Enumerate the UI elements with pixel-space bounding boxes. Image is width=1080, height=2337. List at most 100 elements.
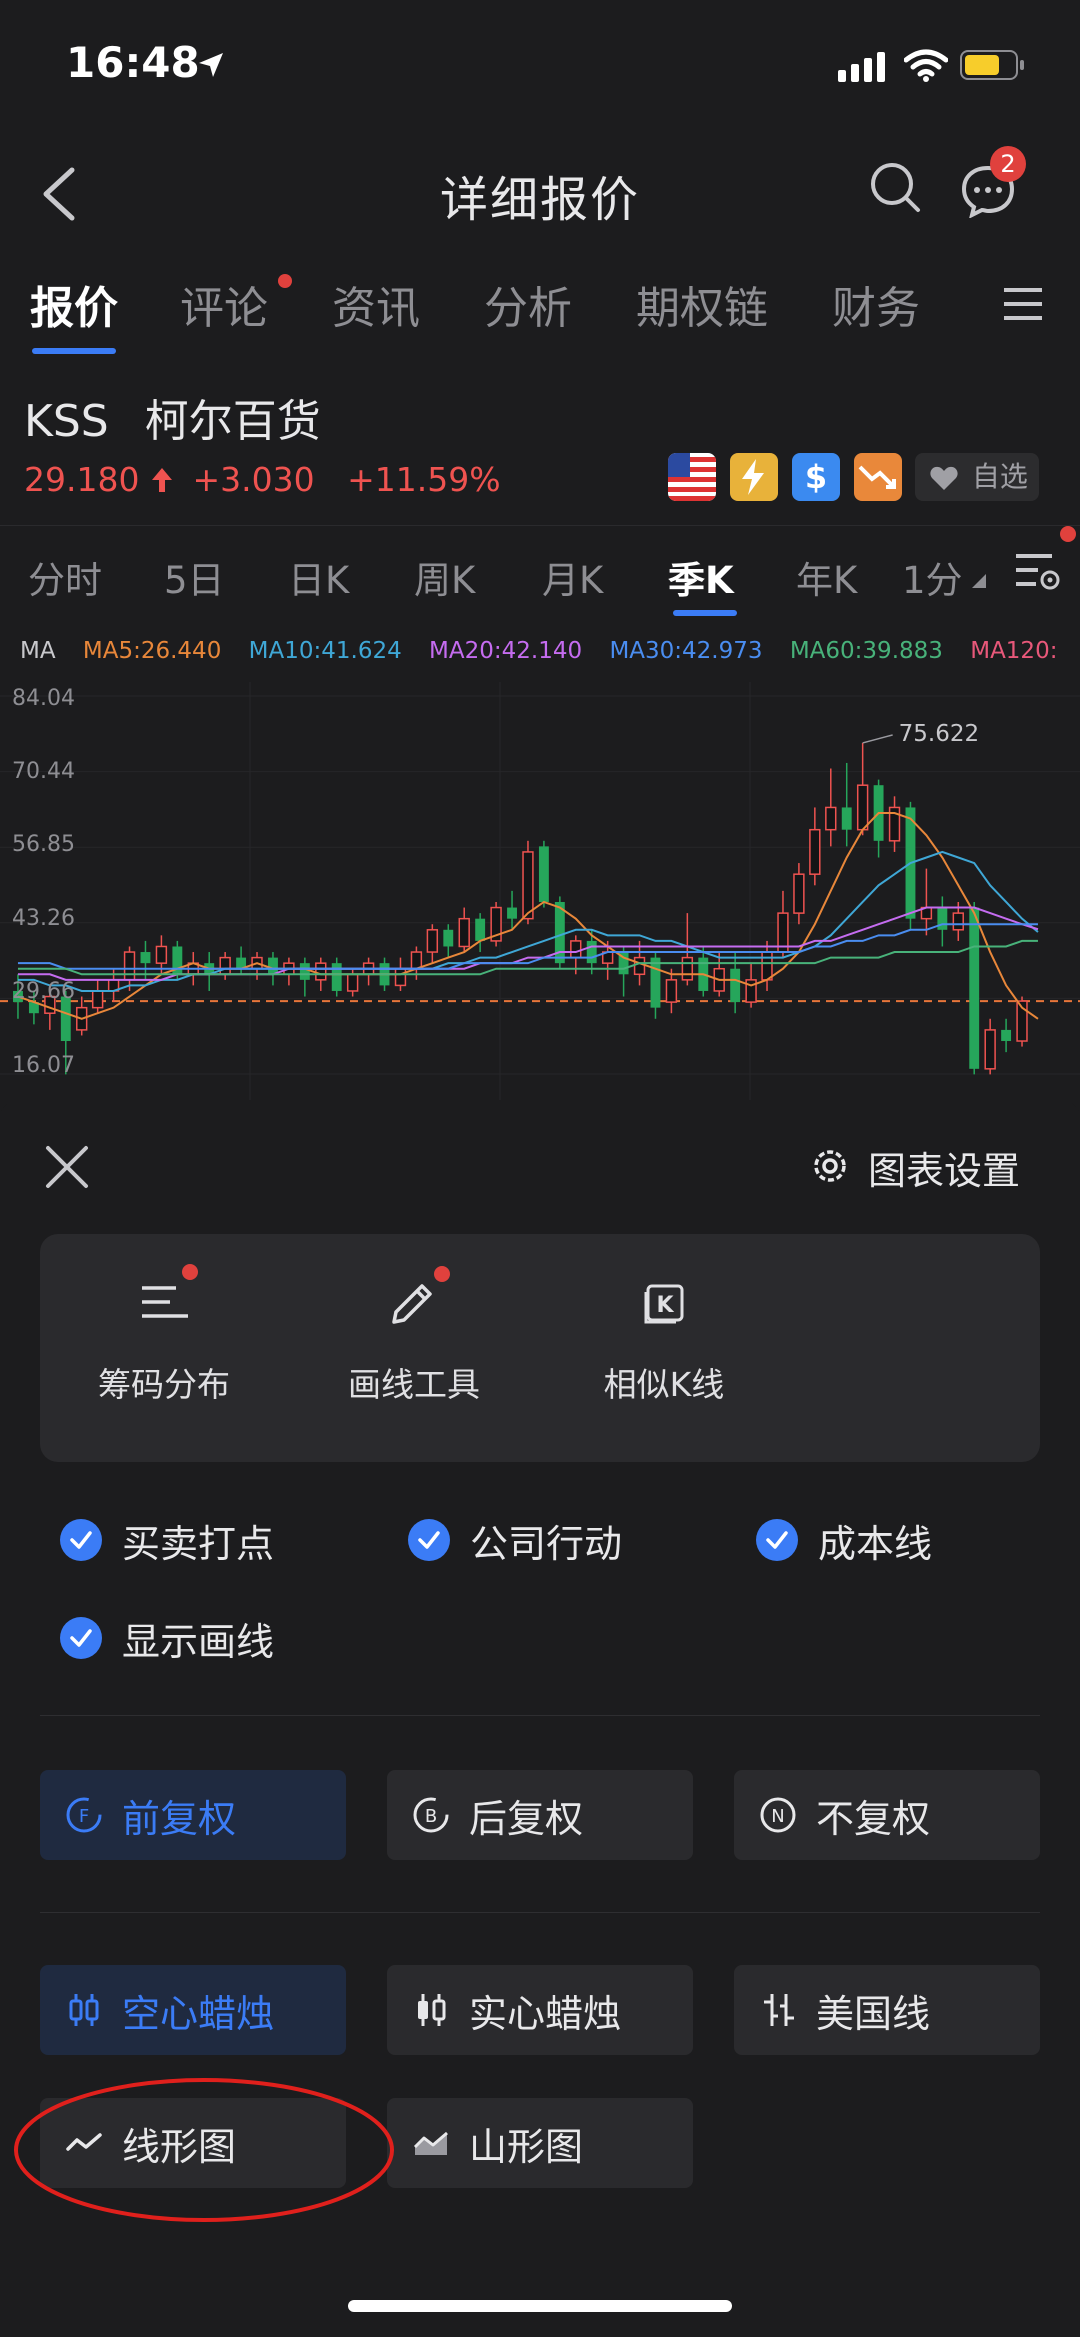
level2-icon: [730, 453, 778, 501]
close-icon[interactable]: [44, 1144, 90, 1190]
comments-dot: [278, 274, 292, 288]
tab-options-chain[interactable]: 期权链: [636, 272, 768, 336]
us-flag-icon: [668, 453, 716, 501]
candle-body: [665, 979, 678, 1003]
tab-comments[interactable]: 评论: [180, 272, 268, 336]
period-active-indicator: [673, 610, 737, 616]
wifi-icon: [904, 49, 948, 82]
tool-drawing[interactable]: 画线工具: [314, 1266, 514, 1406]
candle-body: [856, 784, 869, 831]
candle-body: [394, 967, 407, 987]
candle-body: [315, 962, 327, 981]
stock-title: KSS 柯尔百货: [24, 385, 321, 449]
candle-body: [522, 851, 534, 920]
check-cost-line[interactable]: 成本线: [756, 1515, 932, 1566]
tool-chip-distribution[interactable]: 筹码分布: [64, 1264, 264, 1406]
tool-new-dot: [182, 1264, 198, 1280]
price-line: 29.180 +3.030 +11.59%: [24, 460, 501, 499]
candle-body: [650, 957, 661, 1008]
tab-news[interactable]: 资讯: [332, 272, 420, 336]
tool-new-dot: [434, 1266, 450, 1282]
option-label: 实心蜡烛: [469, 1991, 622, 2036]
period-tabs: 分时 5日 日K 周K 月K 季K 年K 1分: [0, 525, 1080, 626]
check-label: 买卖打点: [122, 1521, 275, 1566]
tool-label: 筹码分布: [98, 1365, 230, 1404]
period-intraday[interactable]: 分时: [28, 550, 102, 604]
max-pointer: [862, 734, 893, 744]
period-daily[interactable]: 日K: [288, 550, 349, 604]
tool-label: 相似K线: [603, 1365, 725, 1404]
candle-body: [123, 951, 136, 981]
tab-quote[interactable]: 报价: [30, 272, 118, 336]
dollar-icon: $: [792, 453, 840, 501]
candle-body: [825, 806, 837, 831]
candlestick-chart[interactable]: 75.622 84.04 70.44 56.85 43.26 29.66 16.…: [0, 682, 1080, 1102]
period-5day[interactable]: 5日: [164, 550, 225, 604]
candle-body: [538, 846, 549, 902]
option-label: 前复权: [122, 1796, 237, 1841]
annotation-ellipse: [14, 2078, 394, 2222]
period-yearly[interactable]: 年K: [796, 550, 857, 604]
message-badge: 2: [990, 146, 1026, 182]
max-price-label: 75.622: [899, 721, 979, 747]
candle-body: [346, 973, 359, 992]
style-mountain-chart-button[interactable]: 山形图: [387, 2098, 693, 2188]
check-buy-sell-points[interactable]: 买卖打点: [60, 1515, 275, 1566]
checkmark-icon: [756, 1519, 798, 1561]
chart-settings-icon[interactable]: [1012, 546, 1060, 594]
period-weekly[interactable]: 周K: [414, 550, 475, 604]
backward-adjust-icon: B: [413, 1797, 449, 1833]
style-hollow-candle-button[interactable]: 空心蜡烛: [40, 1965, 346, 2055]
adjust-forward-button[interactable]: F 前复权: [40, 1770, 346, 1860]
candle-body: [426, 929, 439, 953]
style-solid-candle-button[interactable]: 实心蜡烛: [387, 1965, 693, 2055]
tab-analysis[interactable]: 分析: [484, 272, 572, 336]
style-ohlc-button[interactable]: 美国线: [734, 1965, 1040, 2055]
candle-body: [155, 945, 168, 964]
svg-text:$: $: [805, 458, 827, 496]
candle-body: [331, 963, 342, 991]
divider: [40, 1715, 1040, 1716]
adjust-none-button[interactable]: N 不复权: [734, 1770, 1040, 1860]
tab-financials[interactable]: 财务: [832, 272, 920, 336]
search-icon[interactable]: [868, 160, 922, 214]
period-quarterly[interactable]: 季K: [668, 550, 734, 604]
short-sell-icon: [854, 453, 902, 501]
svg-text:N: N: [771, 1806, 784, 1827]
chart-settings-label[interactable]: 图表设置: [868, 1140, 1020, 1195]
tab-active-indicator: [32, 348, 116, 354]
candle-body: [969, 907, 980, 1069]
period-1min[interactable]: 1分: [902, 550, 963, 604]
adjust-backward-button[interactable]: B 后复权: [387, 1770, 693, 1860]
stock-change-pct: +11.59%: [347, 460, 501, 499]
candle-body: [681, 956, 694, 981]
no-adjust-icon: N: [760, 1797, 796, 1833]
option-label: 空心蜡烛: [122, 1991, 275, 2036]
tool-similar-k[interactable]: K 相似K线: [564, 1274, 764, 1406]
period-dropdown-icon: [972, 574, 986, 588]
divider: [40, 1912, 1040, 1913]
ma5-value: MA5:26.440: [82, 638, 222, 664]
heart-icon: [930, 466, 958, 490]
candle-body: [410, 951, 423, 970]
battery-icon: [960, 50, 1024, 80]
period-monthly[interactable]: 月K: [542, 550, 603, 604]
favorite-button[interactable]: 自选: [915, 453, 1039, 501]
checkmark-icon: [408, 1519, 450, 1561]
gear-icon[interactable]: [808, 1144, 852, 1188]
candle-body: [219, 956, 231, 976]
svg-text:B: B: [425, 1806, 437, 1827]
candle-body: [268, 957, 278, 975]
chip-distribution-icon: [142, 1286, 188, 1318]
menu-icon[interactable]: [1002, 284, 1044, 324]
stock-ticker: KSS: [24, 396, 109, 447]
stock-name: 柯尔百货: [144, 396, 321, 447]
option-label: 山形图: [469, 2124, 584, 2169]
check-show-drawings[interactable]: 显示画线: [60, 1613, 274, 1664]
chart-svg: 75.622: [0, 682, 1080, 1102]
location-arrow-icon: [199, 53, 223, 77]
candle-body: [809, 828, 821, 875]
candle-body: [841, 807, 852, 830]
forward-adjust-icon: F: [66, 1797, 102, 1833]
check-corporate-actions[interactable]: 公司行动: [408, 1515, 622, 1566]
